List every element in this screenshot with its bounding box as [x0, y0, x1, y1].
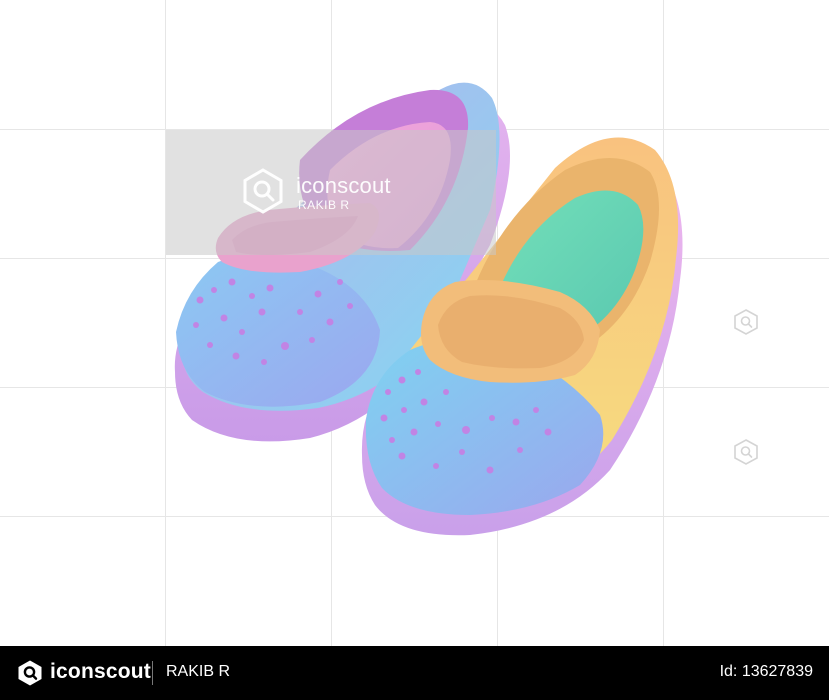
footer-divider	[152, 661, 153, 685]
footer-author[interactable]: RAKIB R	[166, 663, 230, 681]
iconscout-logo-icon[interactable]	[16, 659, 44, 687]
footer-bar: iconscout RAKIB R Id: 13627839	[0, 646, 829, 700]
footer-asset-id: Id: 13627839	[719, 663, 813, 680]
preview-canvas: iconscout RAKIB R	[0, 0, 829, 646]
watermark-logo-icon	[734, 439, 758, 465]
shoes-illustration	[174, 82, 683, 536]
footer-brand[interactable]: iconscout	[50, 660, 151, 684]
iconscout-logo-icon	[243, 168, 283, 214]
watermark-brand: iconscout	[296, 173, 391, 198]
watermark-logo-icon	[734, 309, 758, 335]
watermark-author: RAKIB R	[298, 198, 350, 212]
